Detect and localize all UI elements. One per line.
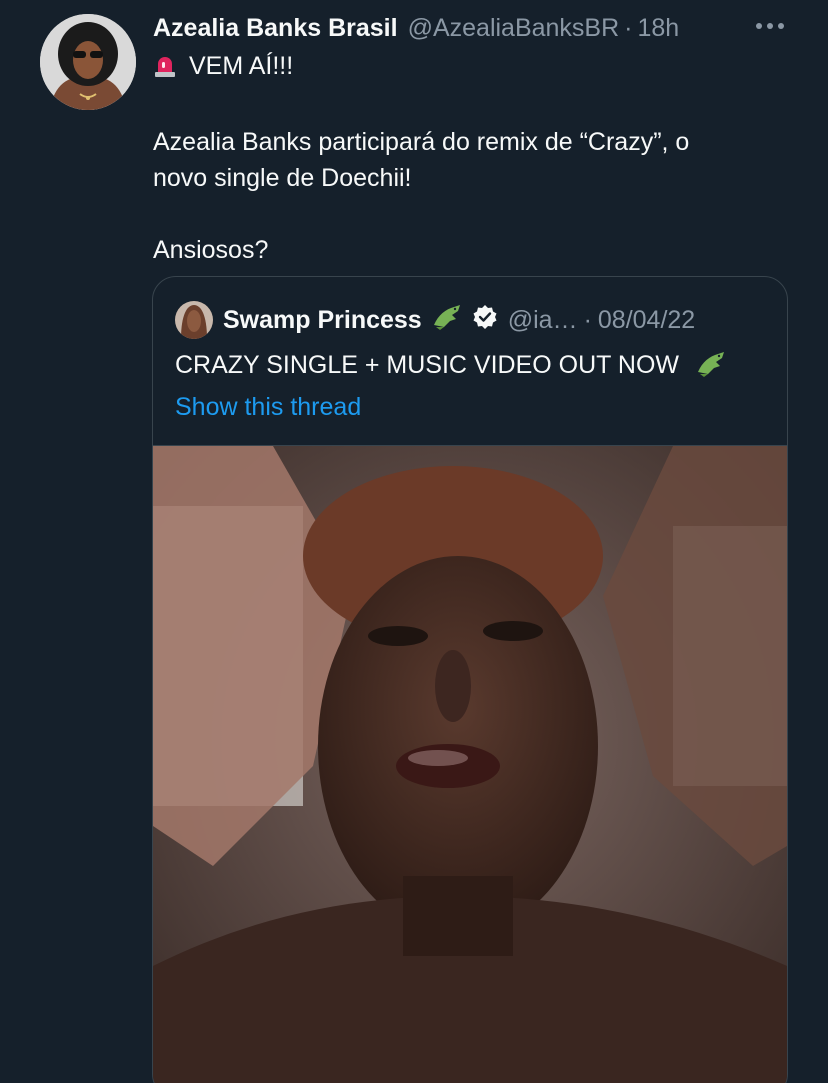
tweet-line-2: Azealia Banks participará do remix de “C…: [153, 128, 690, 156]
quote-author-handle[interactable]: @ia…: [508, 306, 578, 335]
quote-author-avatar[interactable]: [175, 301, 213, 339]
quoted-tweet[interactable]: Swamp Princess @ia… · 08/04/22 CRAZY SIN…: [152, 276, 788, 1083]
header-separator: ·: [624, 13, 633, 42]
tweet-header: Azealia Banks Brasil @AzealiaBanksBR · 1…: [153, 12, 679, 44]
verified-badge-icon: [472, 304, 498, 337]
quote-date[interactable]: 08/04/22: [598, 306, 695, 335]
quote-author-name[interactable]: Swamp Princess: [223, 306, 422, 335]
tweet-line-4: Ansiosos?: [153, 236, 269, 264]
siren-emoji-icon: [153, 52, 177, 88]
crocodile-emoji-icon: [430, 303, 464, 338]
tweet-line-1-text: VEM AÍ!!!: [189, 52, 294, 80]
tweet-line-1: VEM AÍ!!!: [153, 48, 793, 88]
author-name[interactable]: Azealia Banks Brasil: [153, 14, 398, 43]
show-thread-link[interactable]: Show this thread: [175, 389, 361, 425]
tweet[interactable]: Azealia Banks Brasil @AzealiaBanksBR · 1…: [0, 0, 828, 1083]
author-handle[interactable]: @AzealiaBanksBR: [408, 14, 620, 43]
crocodile-emoji-icon: [694, 348, 728, 384]
quote-separator: ·: [583, 305, 592, 334]
author-avatar[interactable]: [40, 14, 136, 110]
tweet-line-3: novo single de Doechii!: [153, 164, 412, 192]
more-horizontal-icon[interactable]: [752, 8, 788, 44]
tweet-time[interactable]: 18h: [638, 14, 680, 43]
quote-header: Swamp Princess @ia… · 08/04/22: [175, 301, 695, 339]
quote-media-image[interactable]: [153, 445, 787, 1083]
quote-text-content: CRAZY SINGLE + MUSIC VIDEO OUT NOW: [175, 351, 680, 379]
quote-text: CRAZY SINGLE + MUSIC VIDEO OUT NOW: [175, 347, 728, 384]
tweet-text: VEM AÍ!!! Azealia Banks participará do r…: [153, 48, 793, 268]
